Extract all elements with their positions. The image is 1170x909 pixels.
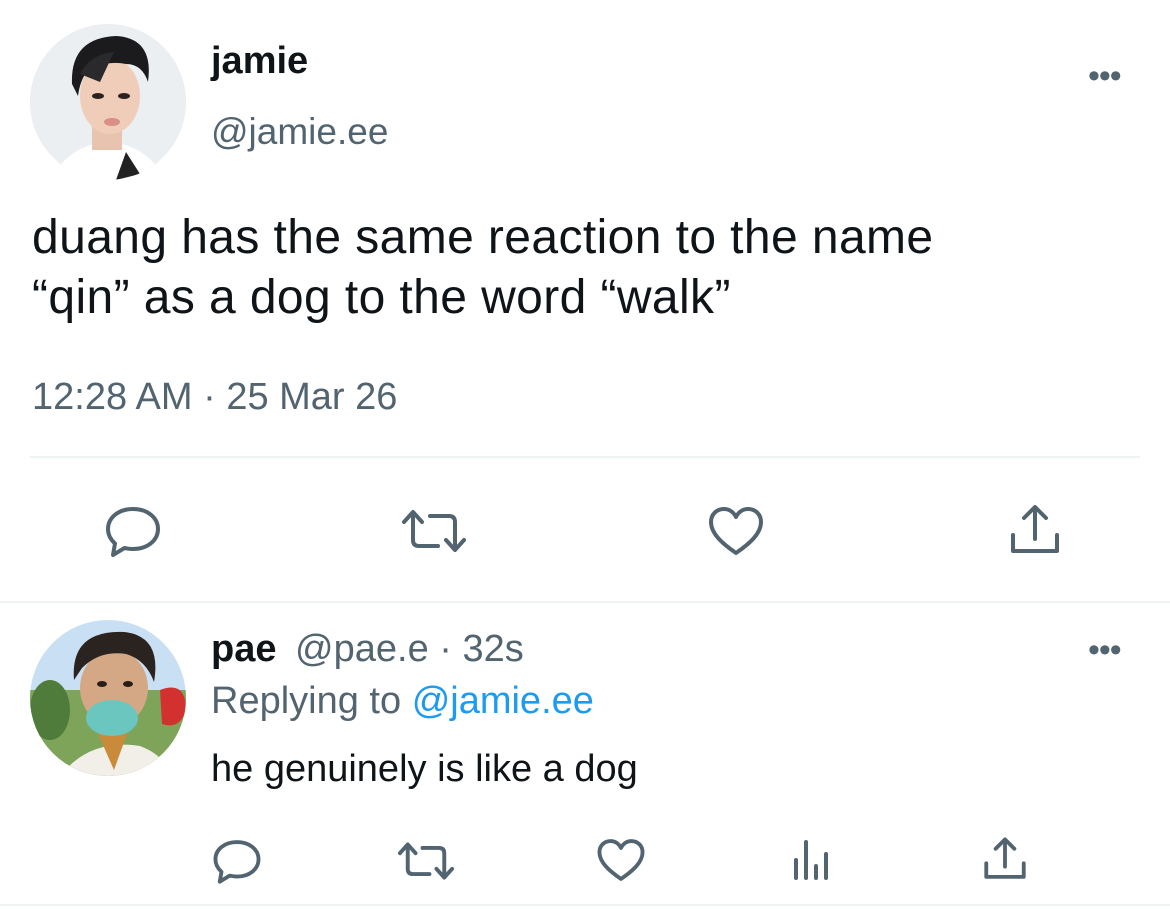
- avatar-pae[interactable]: [30, 620, 186, 776]
- avatar-jamie[interactable]: [30, 24, 186, 180]
- like-icon[interactable]: [596, 837, 646, 883]
- author-handle[interactable]: @jamie.ee: [211, 110, 388, 154]
- share-icon[interactable]: [1008, 503, 1062, 557]
- reply-author-display-name[interactable]: pae: [211, 628, 276, 670]
- divider: [30, 456, 1140, 458]
- reply-icon[interactable]: [212, 838, 262, 884]
- retweet-icon[interactable]: [396, 841, 456, 881]
- reply-icon[interactable]: [104, 505, 162, 557]
- reply-separator: ·: [439, 628, 452, 670]
- reply-time[interactable]: 32s: [463, 628, 524, 670]
- share-icon[interactable]: [982, 836, 1028, 882]
- replying-to-prefix: Replying to: [211, 680, 402, 722]
- tweet-timestamp[interactable]: 12:28 AM · 25 Mar 26: [32, 374, 397, 420]
- like-icon[interactable]: [707, 505, 765, 557]
- tweet-text-line-2: “qin” as a dog to the word “walk”: [32, 271, 731, 324]
- retweet-icon[interactable]: [400, 508, 468, 554]
- replying-to: Replying to @jamie.ee: [211, 678, 594, 724]
- reply-text: he genuinely is like a dog: [211, 748, 638, 790]
- more-options-icon[interactable]: •••: [1088, 59, 1122, 93]
- views-icon[interactable]: [790, 838, 834, 882]
- divider: [0, 904, 1170, 906]
- author-display-name[interactable]: jamie: [211, 38, 308, 84]
- reply-header: pae @pae.e · 32s: [211, 626, 524, 672]
- divider: [0, 601, 1170, 603]
- tweet-text-line-1: duang has the same reaction to the name: [32, 211, 934, 264]
- more-options-icon[interactable]: •••: [1088, 633, 1122, 667]
- replying-to-handle-link[interactable]: @jamie.ee: [412, 680, 594, 722]
- reply-author-handle[interactable]: @pae.e: [295, 628, 429, 670]
